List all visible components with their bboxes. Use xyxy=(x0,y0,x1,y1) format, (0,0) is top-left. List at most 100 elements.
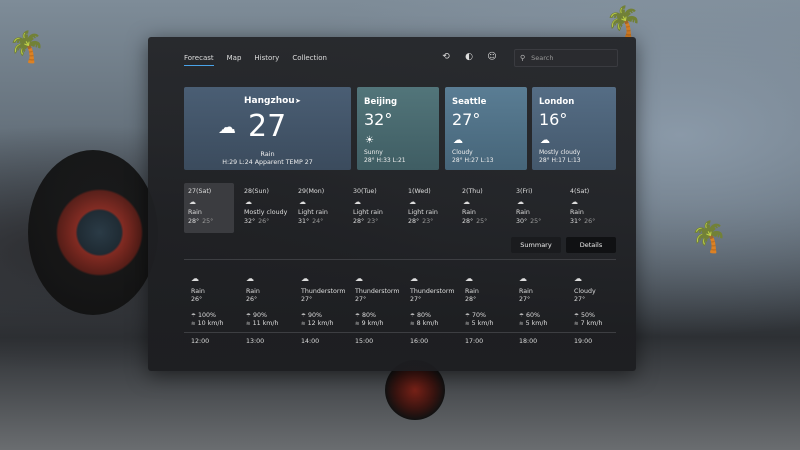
day-condition: Mostly cloudy xyxy=(244,209,288,216)
day-low: 25° xyxy=(476,218,488,225)
search-box[interactable]: ⚲ xyxy=(514,49,618,67)
umbrella-icon: ☂ xyxy=(519,313,524,319)
summary-button[interactable]: Summary xyxy=(511,237,561,253)
wind-icon: ≋ xyxy=(355,321,360,327)
day-temps: 28° 23° xyxy=(408,218,433,225)
rain-cloud-icon: ☁ xyxy=(354,198,361,206)
day-label: 28(Sun) xyxy=(244,188,269,195)
day-label: 2(Thu) xyxy=(462,188,483,195)
city-temperature: 27° xyxy=(452,110,481,129)
precip-value: 80% xyxy=(361,312,376,319)
thunderstorm-icon: ☁ xyxy=(410,274,418,283)
hour-wind: ≋ 9 km/h xyxy=(355,320,384,327)
day-condition: Rain xyxy=(188,209,202,216)
day-high: 28° xyxy=(353,218,365,225)
search-input[interactable] xyxy=(531,54,602,62)
day-high: 28° xyxy=(188,218,200,225)
umbrella-icon: ☂ xyxy=(191,313,196,319)
rain-cloud-icon: ☁ xyxy=(189,198,196,206)
city-name: Beijing xyxy=(364,97,398,107)
rain-cloud-icon: ☁ xyxy=(463,198,470,206)
city-card-main[interactable]: Hangzhou ➤ ☁ 27 Rain H:29 L:24 Apparent … xyxy=(184,87,351,170)
nav-tabs: Forecast Map History Collection xyxy=(184,54,327,66)
day-condition: Rain xyxy=(570,209,584,216)
hour-time: 19:00 xyxy=(574,338,593,345)
day-low: 23° xyxy=(422,218,434,225)
hour-precipitation: ☂ 90% xyxy=(301,312,322,319)
rain-cloud-icon: ☁ xyxy=(409,198,416,206)
day-item[interactable]: 27(Sat) ☁ Rain 28° 25° xyxy=(184,183,234,233)
theme-contrast-icon[interactable]: ◐ xyxy=(464,52,474,62)
divider xyxy=(184,259,616,260)
day-low: 23° xyxy=(367,218,379,225)
hour-temperature: 27° xyxy=(519,296,531,303)
hour-precipitation: ☂ 80% xyxy=(355,312,376,319)
details-button[interactable]: Details xyxy=(566,237,616,253)
day-item[interactable]: 1(Wed) ☁ Light rain 28° 23° xyxy=(404,183,454,233)
hour-wind: ≋ 5 km/h xyxy=(465,320,494,327)
rain-cloud-icon: ☁ xyxy=(519,274,527,283)
hour-temperature: 28° xyxy=(465,296,477,303)
hour-precipitation: ☂ 50% xyxy=(574,312,595,319)
hour-wind: ≋ 12 km/h xyxy=(301,320,334,327)
hour-condition: Rain xyxy=(519,288,533,295)
day-condition: Rain xyxy=(462,209,476,216)
precip-value: 50% xyxy=(580,312,595,319)
hour-temperature: 27° xyxy=(355,296,367,303)
rain-cloud-icon: ☁ xyxy=(299,198,306,206)
wind-value: 7 km/h xyxy=(580,320,603,327)
city-high-low: 28° H:17 L:13 xyxy=(539,157,581,164)
hour-precipitation: ☂ 100% xyxy=(191,312,216,319)
wind-value: 5 km/h xyxy=(525,320,548,327)
hour-condition: Thunderstorm xyxy=(410,288,455,295)
palm-tree-icon: 🌴 xyxy=(690,220,728,255)
palm-tree-icon: 🌴 xyxy=(605,5,643,40)
city-card-beijing[interactable]: Beijing 32° ☀ Sunny 28° H:33 L:21 xyxy=(357,87,439,170)
tab-collection[interactable]: Collection xyxy=(292,54,327,66)
hour-time: 15:00 xyxy=(355,338,374,345)
city-card-london[interactable]: London 16° ☁ Mostly cloudy 28° H:17 L:13 xyxy=(532,87,616,170)
day-item[interactable]: 29(Mon) ☁ Light rain 31° 24° xyxy=(294,183,344,233)
day-condition: Light rain xyxy=(408,209,438,216)
day-temps: 32° 26° xyxy=(244,218,269,225)
hour-precipitation: ☂ 80% xyxy=(410,312,431,319)
precip-value: 70% xyxy=(471,312,486,319)
day-high: 31° xyxy=(298,218,310,225)
day-item[interactable]: 3(Fri) ☁ Rain 30° 25° xyxy=(512,183,562,233)
wind-icon: ≋ xyxy=(246,321,251,327)
day-label: 27(Sat) xyxy=(188,188,212,195)
precip-value: 60% xyxy=(525,312,540,319)
hour-wind: ≋ 11 km/h xyxy=(246,320,279,327)
day-label: 1(Wed) xyxy=(408,188,431,195)
day-high: 28° xyxy=(462,218,474,225)
hour-condition: Rain xyxy=(465,288,479,295)
toolbar-icons: ⟲ ◐ ☺ xyxy=(441,52,497,62)
day-label: 4(Sat) xyxy=(570,188,590,195)
cloud-icon: ☁ xyxy=(245,198,252,206)
hour-condition: Cloudy xyxy=(574,288,596,295)
day-low: 25° xyxy=(202,218,214,225)
city-card-seattle[interactable]: Seattle 27° ☁ Cloudy 28° H:27 L:13 xyxy=(445,87,527,170)
day-item[interactable]: 28(Sun) ☁ Mostly cloudy 32° 26° xyxy=(240,183,290,233)
tab-forecast[interactable]: Forecast xyxy=(184,54,214,66)
hour-time: 16:00 xyxy=(410,338,429,345)
day-item[interactable]: 30(Tue) ☁ Light rain 28° 23° xyxy=(349,183,399,233)
hour-temperature: 27° xyxy=(574,296,586,303)
tab-map[interactable]: Map xyxy=(227,54,242,66)
hour-temperature: 26° xyxy=(246,296,258,303)
umbrella-icon: ☂ xyxy=(465,313,470,319)
tab-history[interactable]: History xyxy=(254,54,279,66)
city-temperature: 16° xyxy=(539,110,568,129)
main-condition: Rain xyxy=(260,150,275,158)
refresh-icon[interactable]: ⟲ xyxy=(441,52,451,62)
umbrella-icon: ☂ xyxy=(574,313,579,319)
smile-icon[interactable]: ☺ xyxy=(487,52,497,62)
day-high: 30° xyxy=(516,218,528,225)
day-low: 25° xyxy=(530,218,542,225)
hour-condition: Rain xyxy=(191,288,205,295)
day-condition: Light rain xyxy=(353,209,383,216)
day-item[interactable]: 2(Thu) ☁ Rain 28° 25° xyxy=(458,183,508,233)
hour-time: 14:00 xyxy=(301,338,320,345)
hour-time: 13:00 xyxy=(246,338,265,345)
day-item[interactable]: 4(Sat) ☁ Rain 31° 26° xyxy=(566,183,616,233)
